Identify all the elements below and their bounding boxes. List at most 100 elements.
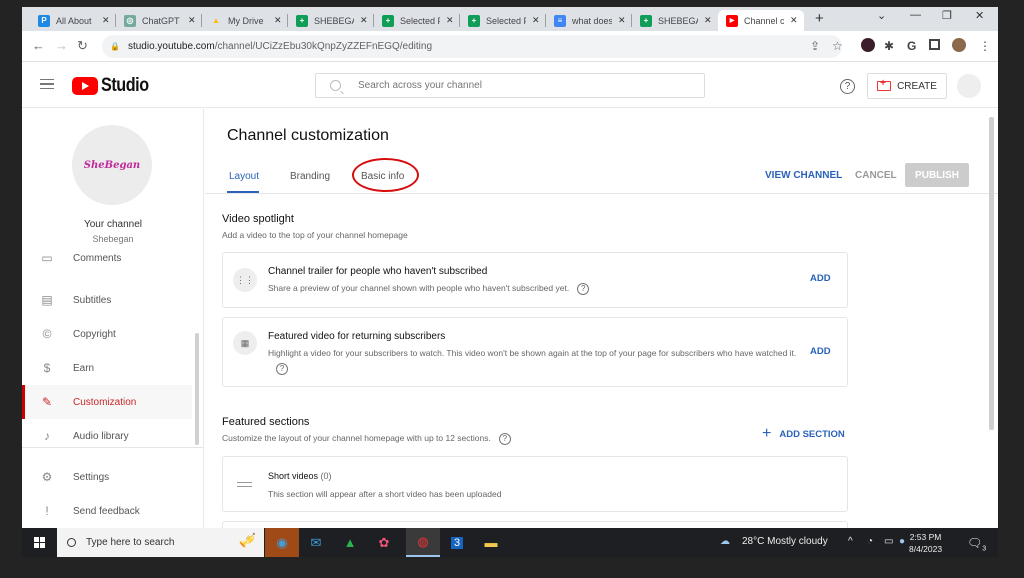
youtube-play-icon <box>72 77 98 95</box>
browser-tab-active[interactable]: ▶ Channel c ✕ <box>718 10 804 31</box>
publish-button[interactable]: PUBLISH <box>905 163 969 187</box>
profile-avatar[interactable] <box>952 38 966 52</box>
sidebar-item-subtitles[interactable]: ▤ Subtitles <box>22 283 192 317</box>
share-icon[interactable]: ⇪ <box>810 39 820 53</box>
account-avatar[interactable] <box>957 74 981 98</box>
sidebar-item-earn[interactable]: $ Earn <box>22 351 192 385</box>
mail-icon[interactable]: ✉ <box>299 528 333 557</box>
browser-tab[interactable]: + SHEBEGAN ✕ <box>288 10 374 31</box>
cancel-button[interactable]: CANCEL <box>855 170 897 181</box>
clock[interactable]: 2:53 PM 8/4/2023 <box>909 531 942 555</box>
taskbar-search-placeholder: Type here to search <box>86 537 175 548</box>
edge-icon[interactable]: ◉ <box>265 528 299 557</box>
extension-avatar-icon[interactable] <box>861 38 875 52</box>
tab-title: Selected P <box>486 15 526 26</box>
sidebar-item-copyright[interactable]: © Copyright <box>22 317 192 351</box>
file-explorer-icon[interactable]: ▬ <box>474 528 508 557</box>
start-button[interactable] <box>22 528 57 557</box>
video-spotlight-description: Add a video to the top of your channel h… <box>222 230 408 240</box>
studio-logo[interactable]: Studio <box>72 75 157 97</box>
windows-taskbar: Type here to search 🎺 ◉ ✉ ▲ ✿ ◍ 3 ▬ ☁ 28… <box>22 528 998 557</box>
paint-icon[interactable]: ✿ <box>367 528 401 557</box>
close-tab-icon[interactable]: ✕ <box>532 15 540 26</box>
sidebar-item-customization[interactable]: ✎ Customization <box>22 385 192 419</box>
close-tab-icon[interactable]: ✕ <box>102 15 110 26</box>
channel-avatar[interactable]: SheBegan <box>72 125 152 205</box>
close-window-button[interactable]: ✕ <box>975 9 984 22</box>
view-channel-button[interactable]: VIEW CHANNEL <box>765 170 842 181</box>
browser-tab[interactable]: ≡ what does ✕ <box>546 10 632 31</box>
close-tab-icon[interactable]: ✕ <box>274 15 282 26</box>
sidebar-item-settings[interactable]: ⚙ Settings <box>22 460 192 494</box>
new-tab-button[interactable]: + <box>815 10 824 27</box>
add-section-button[interactable]: + ADD SECTION <box>762 425 845 443</box>
close-tab-icon[interactable]: ✕ <box>704 15 712 26</box>
featured-video-icon: ▦ <box>233 331 257 355</box>
main-scrollbar[interactable] <box>989 117 994 430</box>
dollar-icon: $ <box>43 361 51 375</box>
weather-text[interactable]: 28°C Mostly cloudy <box>742 536 828 547</box>
restore-button[interactable]: ❐ <box>942 9 952 22</box>
browser-tab[interactable]: ▲ My Drive ✕ <box>202 10 288 31</box>
menu-kebab-icon[interactable]: ⋮ <box>979 39 991 53</box>
tray-chevron-icon[interactable]: ^ <box>848 536 853 547</box>
help-icon[interactable]: ? <box>498 433 511 445</box>
tab-layout[interactable]: Layout <box>226 171 260 193</box>
help-icon[interactable]: ? <box>840 79 855 94</box>
add-featured-video-button[interactable]: ADD <box>810 346 831 357</box>
forward-icon[interactable]: → <box>55 38 68 53</box>
add-trailer-button[interactable]: ADD <box>810 273 831 284</box>
tab-branding[interactable]: Branding <box>290 171 330 182</box>
battery-icon[interactable]: ▭ <box>884 536 893 547</box>
browser-tab[interactable]: + SHEBEGAN ✕ <box>632 10 718 31</box>
sidebar-item-send-feedback[interactable]: ! Send feedback <box>22 494 192 528</box>
reload-icon[interactable]: ↻ <box>77 38 88 54</box>
help-icon[interactable]: ? <box>577 283 590 295</box>
sidebar-item-label: Copyright <box>73 328 116 340</box>
address-bar-row: ← → ↻ 🔒 studio.youtube.com/channel/UCiZz… <box>22 31 998 62</box>
tab-favicon-icon: ▲ <box>212 16 220 25</box>
section-card-short-videos[interactable]: Short videos (0) This section will appea… <box>222 456 848 512</box>
bookmark-star-icon[interactable]: ☆ <box>832 39 843 53</box>
sidebar-item-comments[interactable]: ▭ Comments <box>22 248 192 268</box>
tab-search-icon[interactable]: ⌄ <box>877 9 886 22</box>
copyright-icon: © <box>42 327 52 341</box>
film-strip-icon: ⋮⋮ <box>233 268 257 292</box>
close-tab-icon[interactable]: ✕ <box>618 15 626 26</box>
taskbar-search-input[interactable]: Type here to search 🎺 <box>57 528 264 557</box>
browser-tab[interactable]: P All About ✕ <box>30 10 116 31</box>
back-icon[interactable]: ← <box>32 38 45 53</box>
extensions-puzzle-icon[interactable]: ✱ <box>884 39 894 53</box>
close-tab-icon[interactable]: ✕ <box>446 15 454 26</box>
app-3-icon[interactable]: 3 <box>440 528 474 557</box>
wifi-icon[interactable]: ◔ <box>867 536 873 547</box>
green-app-icon[interactable]: ▲ <box>333 528 367 557</box>
channel-trailer-card: ⋮⋮ Channel trailer for people who haven'… <box>222 252 848 308</box>
browser-tab[interactable]: ◎ ChatGPT ✕ <box>116 10 202 31</box>
hamburger-menu-icon[interactable] <box>40 79 54 89</box>
close-tab-icon[interactable]: ✕ <box>360 15 368 26</box>
notifications-icon[interactable]: 🗨3 <box>967 536 986 552</box>
sidebar-item-label: Comments <box>73 252 122 264</box>
search-input[interactable]: Search across your channel <box>315 73 705 98</box>
logo-text: Studio <box>101 75 149 96</box>
comments-icon: ▭ <box>41 251 53 265</box>
grammarly-icon[interactable]: G <box>907 39 916 53</box>
url-input[interactable]: 🔒 studio.youtube.com/channel/UCiZzEbu30k… <box>102 35 842 58</box>
cloud-sync-icon[interactable]: ● <box>899 536 905 547</box>
search-icon <box>67 538 76 547</box>
help-icon[interactable]: ? <box>276 363 288 375</box>
create-button[interactable]: CREATE <box>867 73 947 99</box>
browser-tab[interactable]: + Selected P ✕ <box>374 10 460 31</box>
close-tab-icon[interactable]: ✕ <box>188 15 196 26</box>
chrome-icon[interactable]: ◍ <box>406 528 440 557</box>
side-panel-icon[interactable] <box>929 39 940 50</box>
studio-header: Studio Search across your channel ? CREA… <box>22 63 998 108</box>
drag-handle-icon[interactable] <box>237 482 252 487</box>
card-title: Featured video for returning subscribers <box>268 331 446 342</box>
featured-sections-description: Customize the layout of your channel hom… <box>222 433 511 445</box>
browser-tab[interactable]: + Selected P ✕ <box>460 10 546 31</box>
sidebar-scrollbar[interactable] <box>195 333 199 445</box>
minimize-button[interactable]: — <box>910 9 921 21</box>
close-tab-icon[interactable]: ✕ <box>790 15 798 26</box>
